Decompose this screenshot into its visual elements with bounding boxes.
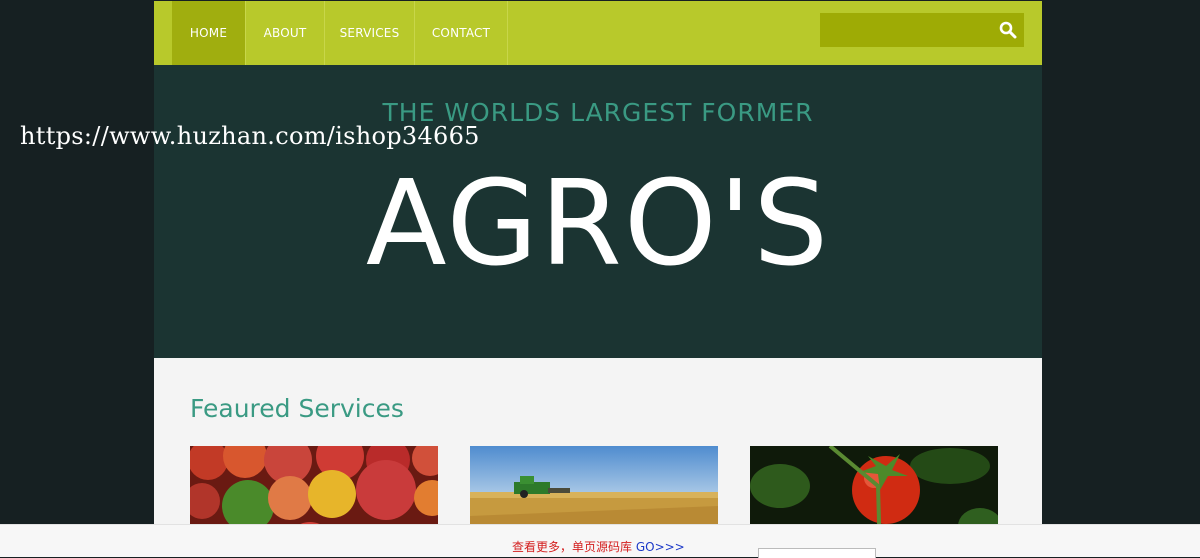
mini-toolbar [758,548,876,558]
hero-banner: THE WORLDS LARGEST FORMER AGRO'S [154,65,1042,358]
nav-item-about[interactable]: ABOUT [246,1,325,65]
bottom-promo-text: 查看更多，单页源码库 GO>>> [512,538,685,555]
page-container: HOME ABOUT SERVICES CONTACT THE WORLDS L… [154,0,1042,556]
nav-item-home[interactable]: HOME [172,1,246,65]
services-title: Feaured Services [190,394,404,423]
top-navigation: HOME ABOUT SERVICES CONTACT [154,1,1042,65]
hero-title: AGRO'S [365,154,831,292]
search-icon[interactable] [998,20,1018,40]
watermark-url: https://www.huzhan.com/ishop34665 [20,122,480,150]
search-input[interactable] [820,13,980,47]
promo-go-link[interactable]: GO>>> [636,540,685,554]
bottom-promo-bar: 查看更多，单页源码库 GO>>> [0,524,1200,558]
nav-item-services[interactable]: SERVICES [325,1,415,65]
promo-text: 查看更多，单页源码库 [512,540,636,554]
nav-item-contact[interactable]: CONTACT [415,1,508,65]
search-box [820,13,1024,47]
